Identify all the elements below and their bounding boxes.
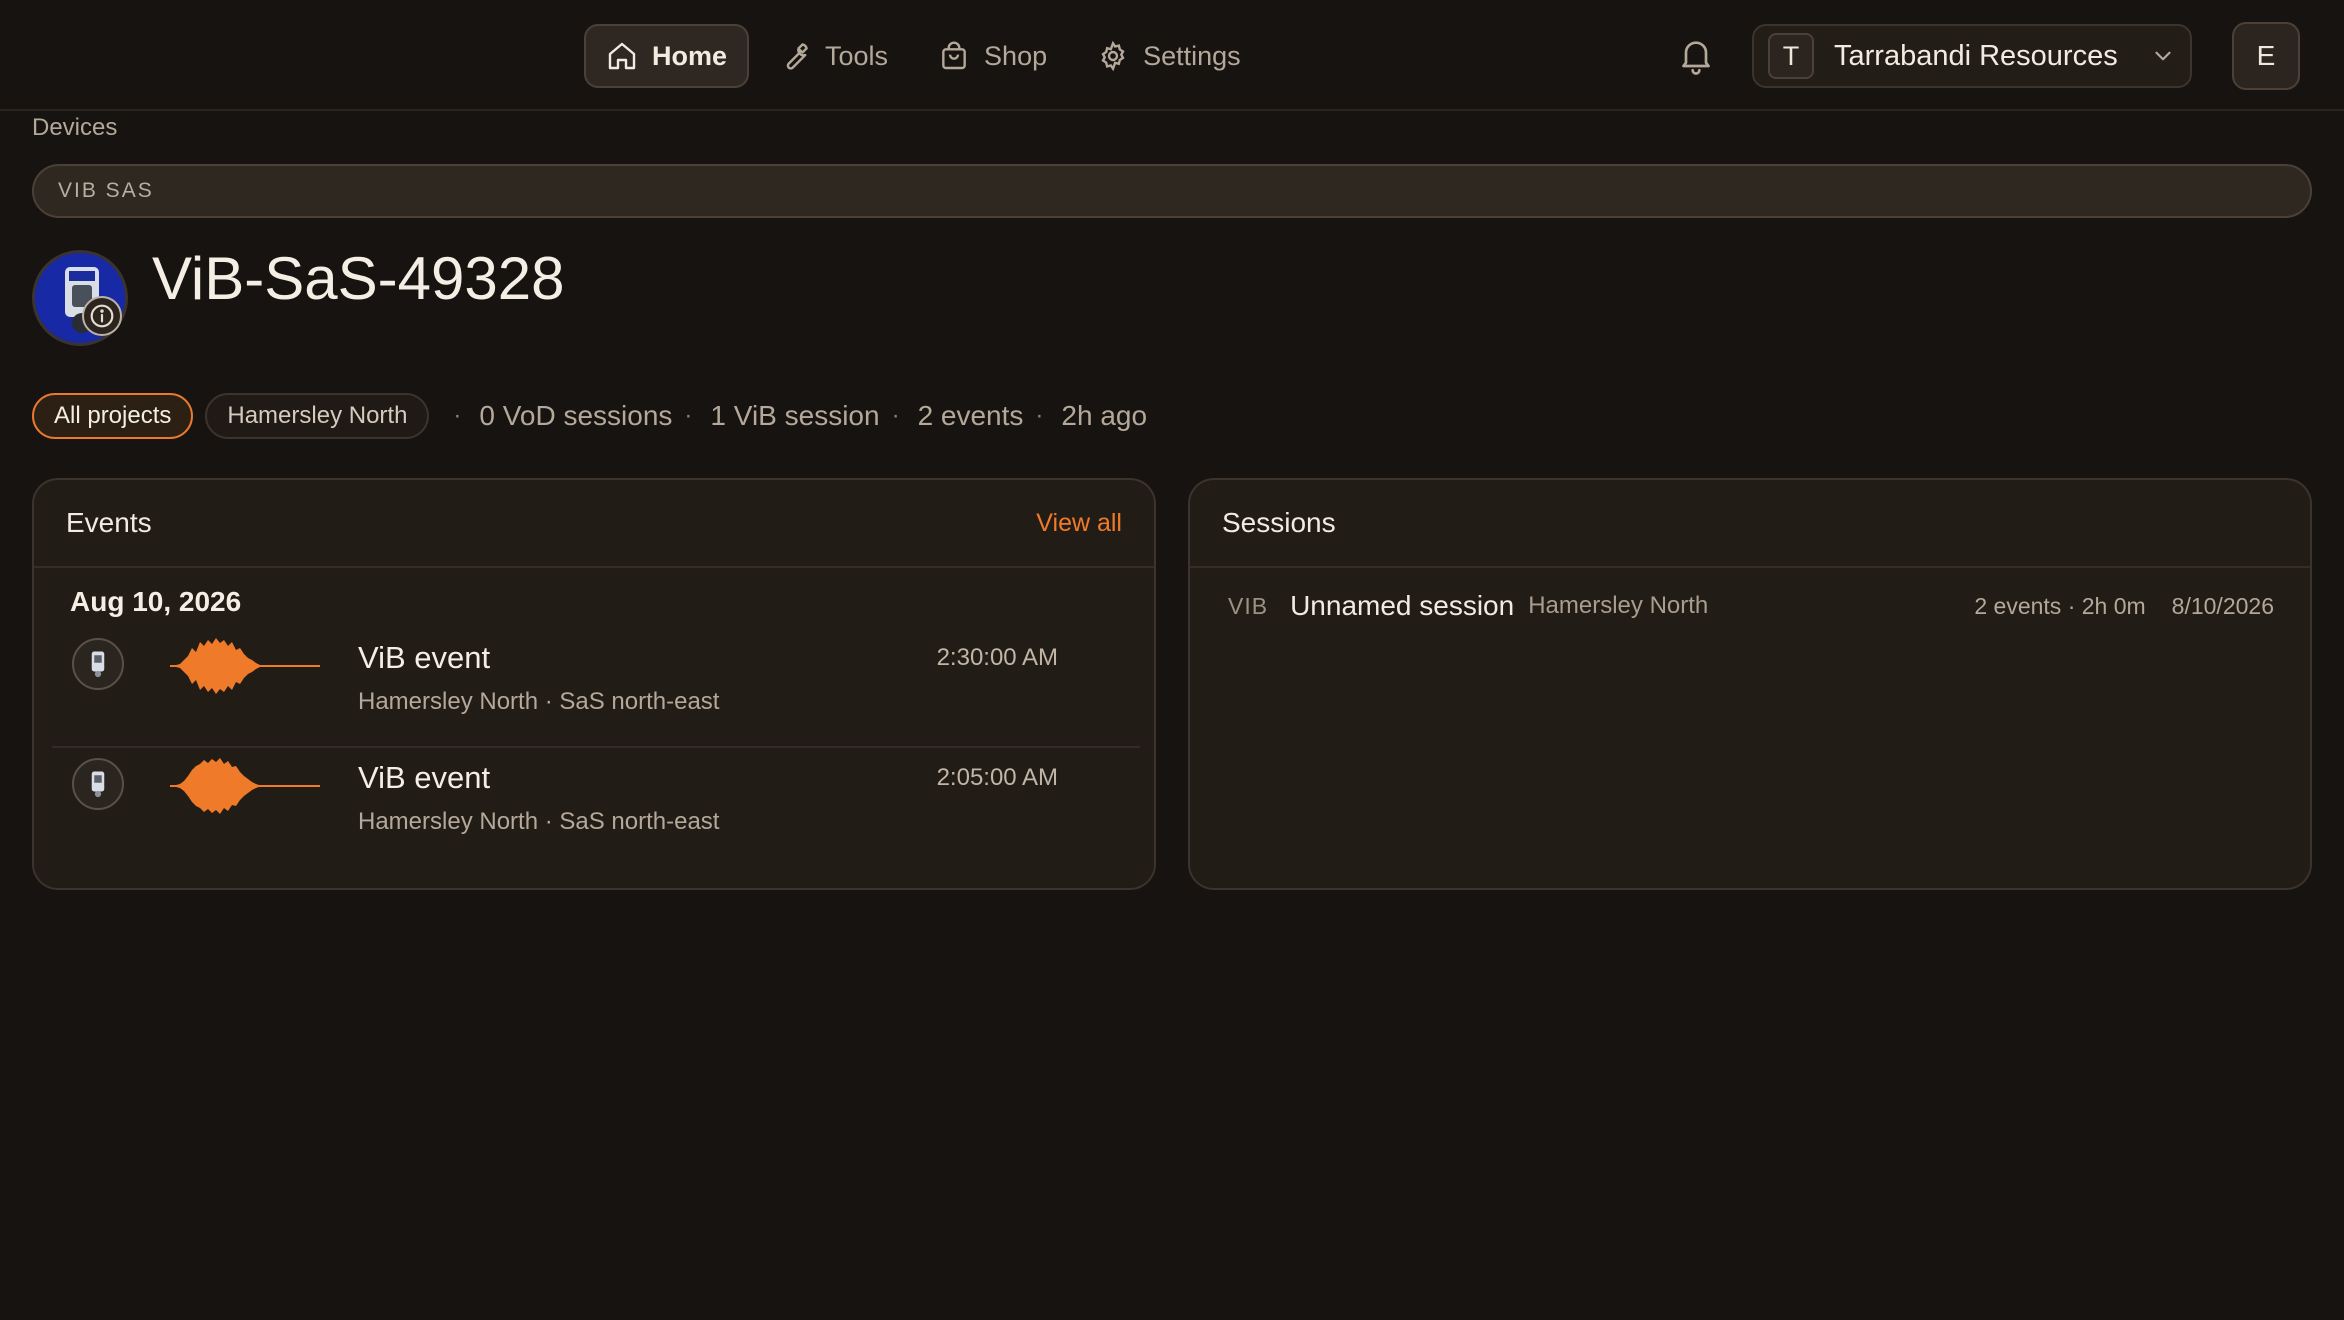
waveform-icon — [170, 758, 320, 814]
events-card-header: Events View all — [34, 480, 1154, 568]
sessions-card-header: Sessions — [1190, 480, 2310, 568]
organization-switcher[interactable]: T Tarrabandi Resources — [1752, 24, 2192, 88]
device-title: ViB-SaS-49328 — [152, 245, 565, 312]
stat-last-seen: 2h ago — [1061, 400, 1148, 431]
top-navigation-bar: Home Tools Shop Settings T Tarrabandi Re… — [0, 0, 2344, 111]
bell-icon[interactable] — [1676, 36, 1716, 76]
chevron-down-icon — [2155, 51, 2171, 61]
user-avatar-button[interactable]: E — [2232, 22, 2300, 90]
nav-shop[interactable]: Shop — [918, 24, 1067, 88]
events-card: Events View all Aug 10, 2026 ViB event H… — [32, 478, 1156, 890]
event-subtitle: Hamersley North · SaS north-east — [358, 808, 720, 835]
gear-icon — [1101, 40, 1125, 72]
nav-settings-label: Settings — [1143, 40, 1241, 71]
nav-settings[interactable]: Settings — [1077, 24, 1261, 88]
stat-events: 2 events — [917, 400, 1024, 431]
event-subtitle: Hamersley North · SaS north-east — [358, 688, 720, 715]
session-row[interactable]: VIB Unnamed session Hamersley North 2 ev… — [1192, 580, 2310, 632]
nav-shop-label: Shop — [984, 40, 1048, 71]
event-title: ViB event — [358, 760, 491, 795]
event-title: ViB event — [358, 640, 491, 675]
sensor-icon — [91, 771, 105, 798]
nav-home-label: Home — [652, 40, 728, 71]
sessions-card-title: Sessions — [1222, 507, 1336, 538]
events-card-title: Events — [66, 507, 152, 538]
sensor-icon — [91, 651, 105, 678]
sessions-card: Sessions VIB Unnamed session Hamersley N… — [1188, 478, 2312, 890]
separator-dot: · — [453, 402, 462, 429]
org-name: Tarrabandi Resources — [1834, 39, 2118, 72]
stat-vod-sessions: 0 VoD sessions — [479, 400, 673, 431]
event-time: 2:30:00 AM — [936, 644, 1058, 671]
view-all-link[interactable]: View all — [1036, 509, 1122, 538]
event-time: 2:05:00 AM — [936, 764, 1058, 791]
session-project: Hamersley North — [1528, 592, 1709, 619]
separator-dot: · — [1035, 402, 1044, 429]
event-row[interactable]: ViB event Hamersley North · SaS north-ea… — [52, 630, 1140, 748]
device-type-bar: VIB SAS — [32, 164, 2312, 218]
session-date: 8/10/2026 — [2171, 592, 2274, 619]
nav-tools[interactable]: Tools — [759, 24, 908, 88]
waveform-icon — [170, 638, 320, 694]
wrench-icon — [786, 43, 808, 70]
home-icon — [608, 42, 636, 70]
filter-all-projects[interactable]: All projects — [32, 393, 194, 439]
breadcrumb-devices[interactable]: Devices — [32, 114, 117, 142]
separator-dot: · — [891, 402, 900, 429]
device-type-label: VIB SAS — [58, 179, 154, 202]
device-thumbnail — [72, 758, 124, 810]
main-nav: Home Tools Shop Settings — [584, 24, 1271, 88]
bag-icon — [942, 41, 966, 70]
event-row[interactable]: ViB event Hamersley North · SaS north-ea… — [52, 750, 1140, 868]
events-date-heading: Aug 10, 2026 — [70, 586, 242, 617]
session-kind: VIB — [1228, 592, 1269, 619]
session-meta: 2 events · 2h 0m — [1974, 592, 2146, 619]
org-initial: T — [1768, 33, 1814, 79]
device-meta-row: All projects Hamersley North · 0 VoD ses… — [32, 392, 1147, 440]
nav-home[interactable]: Home — [584, 24, 750, 88]
session-name: Unnamed session — [1290, 590, 1515, 621]
filter-project-hamersley-north[interactable]: Hamersley North — [205, 393, 430, 439]
nav-tools-label: Tools — [825, 40, 889, 71]
device-thumbnail — [72, 638, 124, 690]
info-icon[interactable] — [82, 296, 122, 336]
stat-vib-sessions: 1 ViB session — [710, 400, 880, 431]
separator-dot: · — [684, 402, 693, 429]
